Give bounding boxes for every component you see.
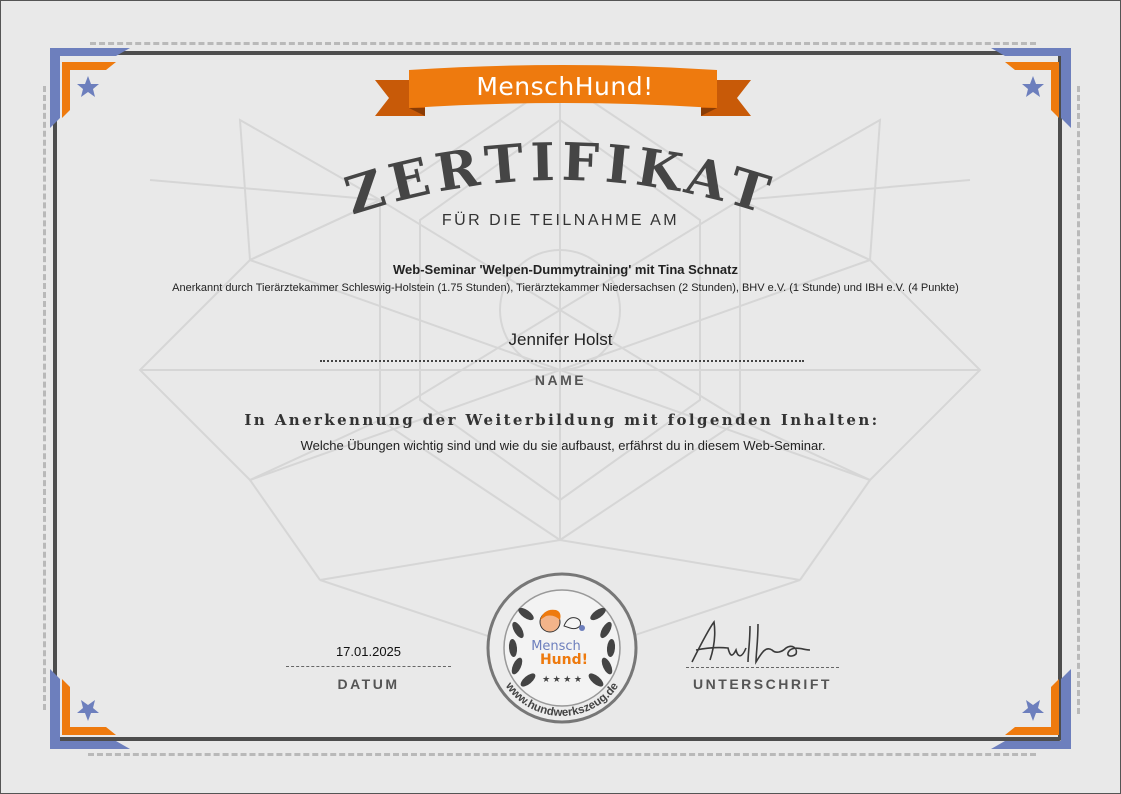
- star-icon: [77, 700, 99, 721]
- outer-dashed-border-right: [1077, 86, 1080, 714]
- participant-name: Jennifer Holst: [508, 330, 613, 349]
- outer-dashed-border-bottom: [88, 753, 1036, 756]
- certificate-subtitle: FÜR DIE TEILNAHME AM: [441, 212, 680, 229]
- star-icon: [77, 76, 99, 97]
- star-icon: [1022, 76, 1044, 97]
- seminar-title: Web-Seminar 'Welpen-Dummytraining' mit T…: [393, 262, 738, 277]
- outer-dashed-border-left: [43, 86, 46, 710]
- handwritten-signature: [691, 619, 811, 665]
- corner-ornament-top-left: [50, 48, 130, 128]
- seal-emblem: Mensch Hund! ★ ★ ★ ★ www.hundwerkszeug.d…: [486, 572, 638, 724]
- corner-ornament-top-right: [991, 48, 1071, 128]
- seal-stars: ★ ★ ★ ★: [542, 674, 582, 684]
- recognition-heading: In Anerkennung der Weiterbildung mit fol…: [244, 411, 880, 429]
- brand-banner-text: MenschHund!: [476, 72, 654, 101]
- outer-dashed-border-top: [90, 42, 1036, 45]
- star-icon: [1022, 700, 1044, 721]
- accreditation-text: Anerkannt durch Tierärztekammer Schleswi…: [172, 282, 959, 294]
- signature-label: UNTERSCHRIFT: [693, 676, 832, 692]
- signature-underline: [686, 667, 839, 668]
- name-underline: [320, 360, 804, 362]
- date-underline: [286, 666, 451, 667]
- name-label: NAME: [534, 372, 587, 388]
- date-label: DATUM: [337, 676, 400, 692]
- corner-ornament-bottom-left: [50, 669, 130, 749]
- seal-logo-line2: Hund!: [540, 652, 588, 668]
- date-value: 17.01.2025: [335, 644, 402, 659]
- corner-ornament-bottom-right: [991, 669, 1071, 749]
- content-description: Welche Übungen wichtig sind und wie du s…: [300, 438, 826, 453]
